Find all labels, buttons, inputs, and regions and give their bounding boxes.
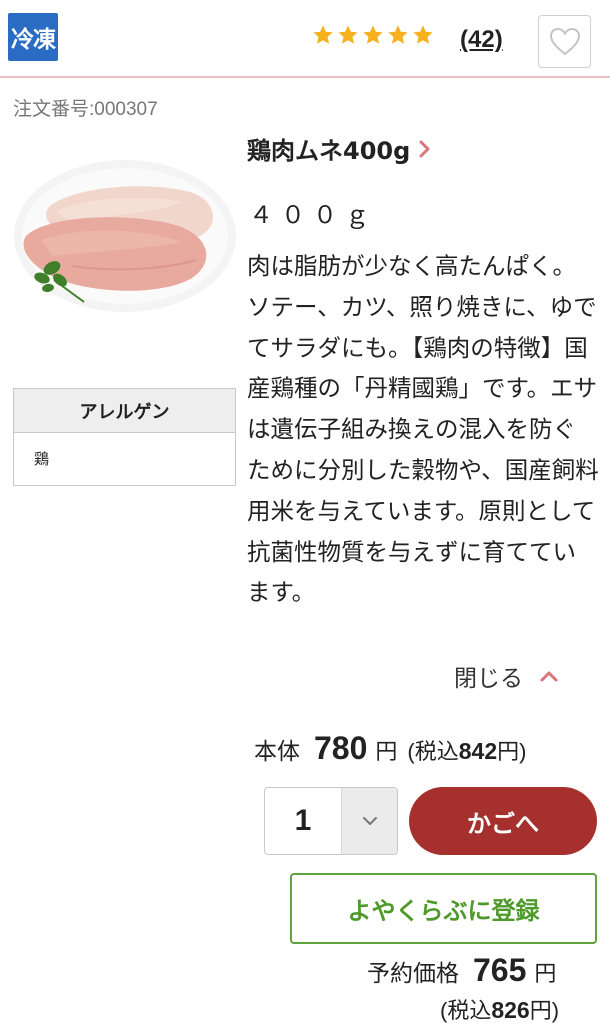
allergen-table: アレルゲン 鶏 <box>13 388 236 486</box>
product-name-link[interactable]: 鶏肉ムネ400g <box>247 131 432 166</box>
reserve-club-button[interactable]: よやくらぶに登録 <box>290 873 597 944</box>
price-tax-included: (税込842円) <box>407 738 527 764</box>
quantity-value: 1 <box>294 804 312 837</box>
favorite-button[interactable] <box>538 15 591 68</box>
reserve-tax-included: (税込826円) <box>440 997 560 1023</box>
frozen-badge: 冷凍 <box>8 13 58 61</box>
star-icon <box>413 25 433 44</box>
reserve-tax-value: 826 <box>491 997 530 1023</box>
price-label: 本体 <box>254 739 300 765</box>
star-icon <box>313 25 333 44</box>
star-icon <box>338 25 358 44</box>
star-icon <box>388 25 408 44</box>
add-to-cart-button[interactable]: かごへ <box>409 787 597 855</box>
heart-outline-icon <box>549 27 580 55</box>
price-yen: 円 <box>375 740 398 765</box>
order-number: 注文番号:000307 <box>13 99 158 120</box>
chevron-down-icon <box>362 817 377 825</box>
tax-included-value: 842 <box>458 738 498 764</box>
reserve-price-row: 予約価格 765 円 <box>367 952 556 989</box>
product-name: 鶏肉ムネ400g <box>247 137 411 165</box>
star-rating <box>312 24 434 46</box>
product-description: 肉は脂肪が少なく高たんぱく。ソテー、カツ、照り焼きに、ゆでてサラダにも。【鶏肉の… <box>247 252 599 607</box>
reserve-price-value: 765 <box>473 952 527 988</box>
allergen-heading: アレルゲン <box>14 389 235 433</box>
close-label: 閉じる <box>454 666 523 692</box>
reserve-price-yen: 円 <box>534 962 557 987</box>
price-value: 780 <box>314 730 368 766</box>
product-header: 冷凍 (42) <box>0 0 610 78</box>
star-icon <box>363 25 383 44</box>
quantity-select[interactable]: 1 <box>264 787 398 855</box>
review-count-link[interactable]: (42) <box>460 26 503 54</box>
chevron-up-icon <box>540 671 558 682</box>
reserve-price-label: 予約価格 <box>367 961 459 987</box>
allergen-value: 鶏 <box>34 450 50 468</box>
product-weight: ４００ｇ <box>249 201 377 229</box>
product-image <box>12 140 238 320</box>
close-description-toggle[interactable]: 閉じる <box>454 659 559 693</box>
chevron-right-icon <box>419 140 430 157</box>
quantity-dropdown-arrow[interactable] <box>341 788 397 854</box>
price-row: 本体 780 円 (税込842円) <box>254 730 526 767</box>
